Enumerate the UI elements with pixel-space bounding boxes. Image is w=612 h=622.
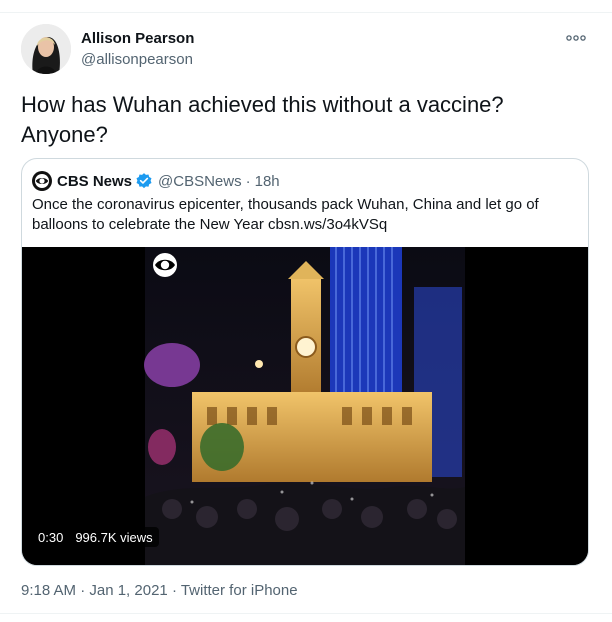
- quoted-author-handle[interactable]: @CBSNews: [158, 173, 242, 190]
- quoted-tweet[interactable]: CBS News @CBSNews · 18h Once the coronav…: [21, 158, 589, 566]
- verified-badge-icon: [135, 172, 153, 190]
- tweet-source[interactable]: Twitter for iPhone: [181, 582, 298, 599]
- video-views: 996.7K views: [75, 529, 153, 545]
- tweet-timestamp[interactable]: 9:18 AM · Jan 1, 2021: [21, 582, 168, 599]
- quoted-author-name[interactable]: CBS News: [57, 173, 132, 190]
- quoted-tweet-header: CBS News @CBSNews · 18h: [32, 171, 280, 191]
- more-options-icon[interactable]: [563, 27, 589, 47]
- video-duration: 0:30: [38, 529, 64, 545]
- quoted-tweet-text: Once the coronavirus epicenter, thousand…: [32, 196, 539, 233]
- avatar[interactable]: [21, 24, 71, 74]
- video-player[interactable]: 0:30 996.7K views: [22, 247, 588, 565]
- video-stats-badge: 0:30 996.7K views: [32, 527, 159, 547]
- author-handle[interactable]: @allisonpearson: [81, 51, 193, 68]
- footer-separator: ·: [171, 582, 177, 599]
- cbs-eye-logo[interactable]: [32, 171, 52, 191]
- tweet-text: How has Wuhan achieved this without a va…: [21, 92, 504, 147]
- video-thumbnail: [22, 247, 588, 565]
- separator: ·: [245, 172, 251, 190]
- author-name[interactable]: Allison Pearson: [81, 30, 194, 47]
- top-divider: [0, 12, 612, 13]
- quoted-tweet-time[interactable]: 18h: [255, 173, 280, 190]
- tweet-footer: 9:18 AM · Jan 1, 2021 · Twitter for iPho…: [21, 582, 298, 599]
- bottom-divider: [0, 613, 612, 614]
